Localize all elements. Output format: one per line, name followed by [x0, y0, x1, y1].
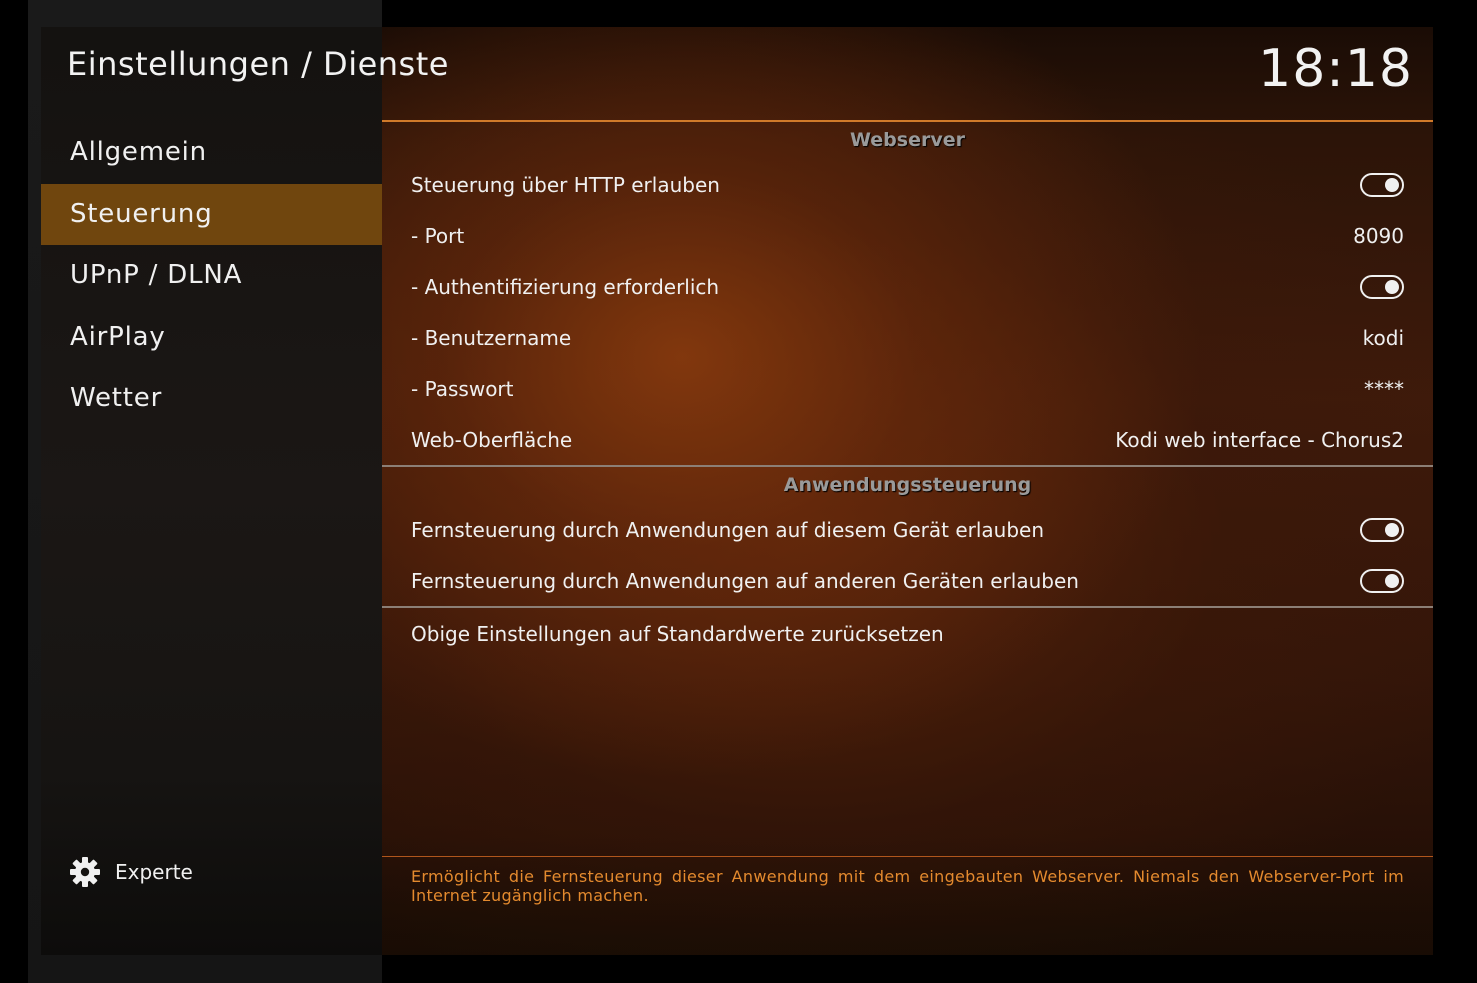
web-interface-value: Kodi web interface - Chorus2: [1115, 427, 1404, 452]
toggle-knob: [1385, 522, 1399, 537]
setting-local-app-control[interactable]: Fernsteuerung durch Anwendungen auf dies…: [382, 504, 1433, 555]
clock: 18:18: [1258, 39, 1413, 99]
setting-web-interface[interactable]: Web-Oberfläche Kodi web interface - Chor…: [382, 414, 1433, 465]
sidebar-nav: Allgemein Steuerung UPnP / DLNA AirPlay …: [41, 122, 382, 430]
settings-content: Webserver Steuerung über HTTP erlauben -…: [382, 27, 1433, 955]
sidebar-item-wetter[interactable]: Wetter: [41, 368, 382, 430]
sidebar-item-airplay[interactable]: AirPlay: [41, 307, 382, 369]
setting-port[interactable]: - Port 8090: [382, 210, 1433, 261]
auth-required-toggle[interactable]: [1360, 274, 1404, 299]
port-value: 8090: [1353, 223, 1404, 248]
setting-remote-app-control[interactable]: Fernsteuerung durch Anwendungen auf ande…: [382, 555, 1433, 606]
setting-label: - Authentifizierung erforderlich: [411, 274, 720, 299]
page-title: Einstellungen / Dienste: [67, 45, 449, 83]
setting-label: Obige Einstellungen auf Standardwerte zu…: [411, 621, 944, 646]
section-heading-webserver: Webserver: [850, 129, 965, 151]
setting-http-control[interactable]: Steuerung über HTTP erlauben: [382, 159, 1433, 210]
setting-label: Fernsteuerung durch Anwendungen auf ande…: [411, 568, 1079, 593]
toggle-knob: [1385, 279, 1399, 294]
toggle-knob: [1385, 573, 1399, 588]
username-value: kodi: [1362, 325, 1404, 350]
setting-auth-required[interactable]: - Authentifizierung erforderlich: [382, 261, 1433, 312]
setting-label: Web-Oberfläche: [411, 427, 573, 452]
setting-password[interactable]: - Passwort ****: [382, 363, 1433, 414]
http-control-toggle[interactable]: [1360, 172, 1404, 197]
gear-icon: [70, 857, 100, 887]
password-value: ****: [1364, 376, 1404, 401]
remote-app-control-toggle[interactable]: [1360, 568, 1404, 593]
sidebar-item-steuerung[interactable]: Steuerung: [41, 183, 382, 245]
settings-level-label: Experte: [115, 860, 193, 884]
setting-label: - Benutzername: [411, 325, 572, 350]
local-app-control-toggle[interactable]: [1360, 517, 1404, 542]
section-heading-app-control: Anwendungssteuerung: [783, 474, 1032, 496]
settings-level-button[interactable]: Experte: [69, 855, 193, 889]
reset-defaults-button[interactable]: Obige Einstellungen auf Standardwerte zu…: [382, 608, 1433, 659]
settings-list: Webserver Steuerung über HTTP erlauben -…: [382, 120, 1433, 659]
screen: Allgemein Steuerung UPnP / DLNA AirPlay …: [0, 0, 1477, 983]
setting-description: Ermöglicht die Fernsteuerung dieser Anwe…: [382, 856, 1433, 905]
toggle-knob: [1385, 177, 1399, 192]
setting-label: - Port: [411, 223, 465, 248]
sidebar: Allgemein Steuerung UPnP / DLNA AirPlay …: [41, 27, 382, 955]
setting-username[interactable]: - Benutzername kodi: [382, 312, 1433, 363]
sidebar-item-allgemein[interactable]: Allgemein: [41, 122, 382, 184]
sidebar-item-upnp-dlna[interactable]: UPnP / DLNA: [41, 245, 382, 307]
setting-label: Steuerung über HTTP erlauben: [411, 172, 720, 197]
right-backdrop: [1433, 0, 1477, 983]
setting-label: Fernsteuerung durch Anwendungen auf dies…: [411, 517, 1045, 542]
settings-window: Allgemein Steuerung UPnP / DLNA AirPlay …: [41, 27, 1433, 955]
setting-label: - Passwort: [411, 376, 514, 401]
